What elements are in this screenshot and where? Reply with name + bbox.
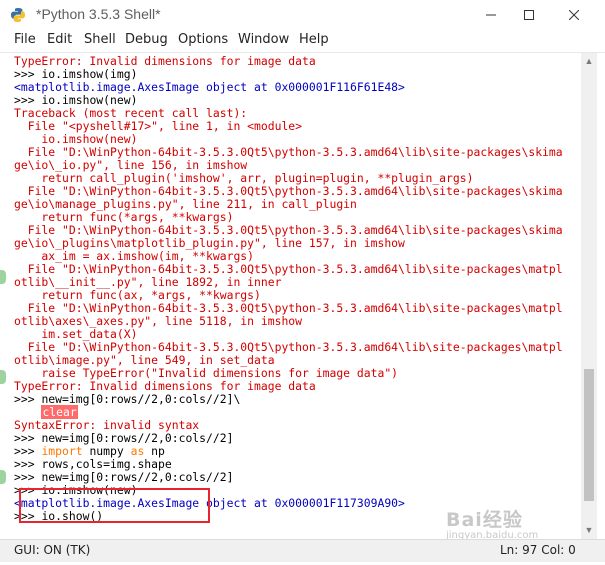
- shell-line-segment: >>>: [14, 470, 42, 484]
- close-button[interactable]: [551, 0, 597, 30]
- shell-line-segment: otlib\__init__.py", line 1892, in inner: [14, 275, 282, 289]
- shell-line-segment: ge\io\_io.py", line 156, in imshow: [14, 158, 248, 172]
- menu-edit[interactable]: Edit: [47, 32, 72, 47]
- gui-status: GUI: ON (TK): [14, 543, 91, 557]
- shell-line-segment: new=img[0:rows//2,0:cols//2]: [41, 431, 234, 445]
- shell-line-segment: File "<pyshell#17>", line 1, in <module>: [14, 119, 303, 133]
- baidu-watermark-logo: Bai经验 jingyan.baidu.com: [446, 505, 538, 541]
- left-margin-marks: [0, 270, 6, 500]
- shell-line-segment: >>>: [14, 93, 42, 107]
- window-title: *Python 3.5.3 Shell*: [36, 6, 161, 22]
- maximize-button[interactable]: [506, 0, 552, 30]
- watermark-suffix: 经验: [482, 509, 523, 531]
- shell-line-segment: TypeError: Invalid dimensions for image …: [14, 54, 316, 68]
- shell-line-segment: File "D:\WinPython-64bit-3.5.3.0Qt5\pyth…: [14, 262, 563, 276]
- shell-line-segment: Traceback (most recent call last):: [14, 106, 248, 120]
- shell-line-segment: SyntaxError: invalid syntax: [14, 418, 200, 432]
- menu-help[interactable]: Help: [299, 32, 329, 47]
- shell-line-segment: File "D:\WinPython-64bit-3.5.3.0Qt5\pyth…: [14, 223, 563, 237]
- menu-window[interactable]: Window: [238, 32, 289, 47]
- shell-text-area[interactable]: TypeError: Invalid dimensions for image …: [8, 53, 575, 533]
- watermark-brand: Bai: [446, 509, 483, 531]
- scrollbar-thumb[interactable]: [584, 369, 594, 501]
- shell-line-segment: File "D:\WinPython-64bit-3.5.3.0Qt5\pyth…: [14, 340, 563, 354]
- python-icon: [11, 8, 25, 22]
- red-highlight-annotation: [19, 488, 210, 523]
- scroll-down-icon[interactable]: ▼: [581, 522, 597, 538]
- menu-shell[interactable]: Shell: [84, 32, 116, 47]
- shell-line-segment: return func(*args, **kwargs): [14, 210, 234, 224]
- shell-line-segment: File "D:\WinPython-64bit-3.5.3.0Qt5\pyth…: [14, 184, 563, 198]
- menu-options[interactable]: Options: [178, 32, 228, 47]
- shell-line-segment: File "D:\WinPython-64bit-3.5.3.0Qt5\pyth…: [14, 145, 563, 159]
- shell-line-segment: >>>: [14, 444, 42, 458]
- shell-line-segment: numpy: [82, 444, 131, 458]
- minimize-icon: [486, 14, 496, 16]
- status-bar: GUI: ON (TK) Ln: 97 Col: 0: [0, 539, 605, 562]
- shell-line-segment: ax_im = ax.imshow(im, **kwargs): [14, 249, 255, 263]
- shell-line-segment: rows,cols=img.shape: [41, 457, 172, 471]
- vertical-scrollbar[interactable]: ▲ ▼: [581, 53, 597, 539]
- shell-line-segment: io.imshow(new): [14, 132, 138, 146]
- shell-line-segment: ge\io\_plugins\matplotlib_plugin.py", li…: [14, 236, 405, 250]
- shell-line-segment: raise TypeError("Invalid dimensions for …: [14, 366, 399, 380]
- menu-file[interactable]: File: [14, 32, 36, 47]
- shell-line-segment: <matplotlib.image.AxesImage object at 0x…: [14, 80, 405, 94]
- shell-line-segment: import: [41, 444, 83, 458]
- shell-line-segment: ge\io\manage_plugins.py", line 211, in c…: [14, 197, 357, 211]
- title-bar[interactable]: *Python 3.5.3 Shell*: [0, 0, 605, 30]
- shell-line-segment: io.imshow(img): [41, 67, 138, 81]
- shell-line-segment: new=img[0:rows//2,0:cols//2]\: [41, 392, 241, 406]
- shell-line-segment: >>>: [14, 67, 42, 81]
- menu-bar: File Edit Shell Debug Options Window Hel…: [0, 30, 605, 53]
- shell-line-segment: [14, 405, 41, 419]
- menu-debug[interactable]: Debug: [125, 32, 168, 47]
- cursor-position: Ln: 97 Col: 0: [500, 543, 576, 557]
- shell-line-segment: TypeError: Invalid dimensions for image …: [14, 379, 316, 393]
- shell-line-segment: >>>: [14, 431, 42, 445]
- maximize-icon: [524, 10, 534, 20]
- scroll-up-icon[interactable]: ▲: [581, 53, 597, 69]
- shell-line-segment: np: [144, 444, 165, 458]
- shell-line-segment: clear: [41, 405, 78, 419]
- shell-line-segment: otlib\image.py", line 549, in set_data: [14, 353, 275, 367]
- shell-line-segment: new=img[0:rows//2,0:cols//2]: [41, 470, 234, 484]
- shell-line-segment: >>>: [14, 392, 42, 406]
- shell-line-segment: return call_plugin('imshow', arr, plugin…: [14, 171, 474, 185]
- shell-line-segment: io.imshow(new): [41, 93, 138, 107]
- shell-line-segment: >>>: [14, 457, 42, 471]
- shell-line-segment: return func(ax, *args, **kwargs): [14, 288, 261, 302]
- idle-shell-window: *Python 3.5.3 Shell* File Edit Shell Deb…: [0, 0, 605, 565]
- shell-line-segment: otlib\axes\_axes.py", line 5118, in imsh…: [14, 314, 303, 328]
- shell-line-segment: as: [130, 444, 145, 458]
- shell-line-segment: File "D:\WinPython-64bit-3.5.3.0Qt5\pyth…: [14, 301, 563, 315]
- shell-line-segment: im.set_data(X): [14, 327, 138, 341]
- close-icon: [569, 10, 579, 20]
